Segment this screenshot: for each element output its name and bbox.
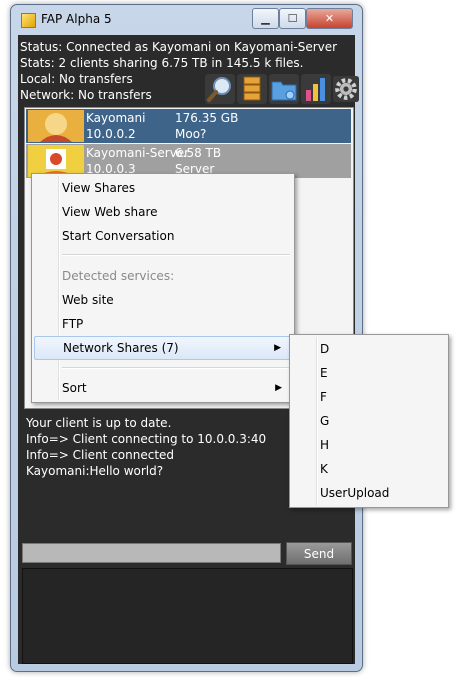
- log-line: Info=> Client connecting to 10.0.0.3:40: [26, 432, 267, 446]
- menu-item-web-site[interactable]: Web site: [34, 289, 292, 311]
- submenu-item-d[interactable]: D: [292, 338, 446, 360]
- title-bar[interactable]: FAP Alpha 5 ▁ ☐ ✕: [11, 5, 362, 35]
- menu-item-sort[interactable]: Sort ▶: [34, 377, 292, 399]
- menu-item-ftp[interactable]: FTP: [34, 313, 292, 335]
- app-folder-icon: [21, 13, 36, 28]
- submenu-arrow-icon: ▶: [275, 383, 282, 393]
- status-network: Network: No transfers: [20, 88, 152, 102]
- network-shares-submenu: D E F G H K UserUpload: [289, 334, 449, 508]
- status-connection: Status: Connected as Kayomani on Kayoman…: [20, 40, 338, 54]
- client-row-kayomani[interactable]: Kayomani 176.35 GB 10.0.0.2 Moo?: [26, 109, 351, 143]
- close-button[interactable]: ✕: [306, 8, 353, 29]
- log-line: Info=> Client connected: [26, 448, 175, 462]
- menu-item-start-conversation[interactable]: Start Conversation: [34, 225, 292, 247]
- menu-header-detected-services: Detected services:: [62, 269, 175, 283]
- submenu-arrow-icon: ▶: [274, 343, 281, 353]
- menu-item-label: Sort: [62, 381, 87, 395]
- search-icon[interactable]: [205, 74, 235, 104]
- log-line: Your client is up to date.: [26, 416, 172, 430]
- maximize-button[interactable]: ☐: [279, 8, 306, 29]
- submenu-item-e[interactable]: E: [292, 362, 446, 384]
- menu-item-label: Network Shares (7): [63, 341, 179, 355]
- submenu-item-f[interactable]: F: [292, 386, 446, 408]
- submenu-item-g[interactable]: G: [292, 410, 446, 432]
- client-ip: 10.0.0.2: [86, 127, 136, 141]
- client-name: Kayomani: [86, 111, 146, 125]
- status-local: Local: No transfers: [20, 72, 133, 86]
- submenu-item-h[interactable]: H: [292, 434, 446, 456]
- chat-input[interactable]: [22, 543, 281, 563]
- submenu-item-userupload[interactable]: UserUpload: [292, 482, 446, 504]
- menu-separator: [62, 254, 290, 256]
- status-stats: Stats: 2 clients sharing 6.75 TB in 145.…: [20, 56, 304, 70]
- client-size: 176.35 GB: [175, 111, 239, 125]
- context-menu: View Shares View Web share Start Convers…: [31, 173, 295, 403]
- conversation-pane: [22, 568, 353, 664]
- minimize-button[interactable]: ▁: [252, 8, 279, 29]
- send-button[interactable]: Send: [286, 542, 352, 565]
- network-folder-icon[interactable]: [269, 74, 299, 104]
- client-size: 6.58 TB: [175, 146, 222, 160]
- log-line: Kayomani:Hello world?: [26, 464, 164, 478]
- menu-item-view-shares[interactable]: View Shares: [34, 177, 292, 199]
- client-description: Moo?: [175, 127, 207, 141]
- avatar: [28, 110, 84, 142]
- client-name: Kayomani-Server: [86, 146, 190, 160]
- bar-chart-icon[interactable]: [301, 74, 331, 104]
- database-icon[interactable]: [237, 74, 267, 104]
- submenu-item-k[interactable]: K: [292, 458, 446, 480]
- gear-icon[interactable]: [333, 74, 359, 104]
- menu-item-network-shares[interactable]: Network Shares (7) ▶: [34, 336, 292, 360]
- menu-item-view-web-share[interactable]: View Web share: [34, 201, 292, 223]
- menu-separator: [62, 367, 290, 369]
- window-title: FAP Alpha 5: [41, 12, 112, 26]
